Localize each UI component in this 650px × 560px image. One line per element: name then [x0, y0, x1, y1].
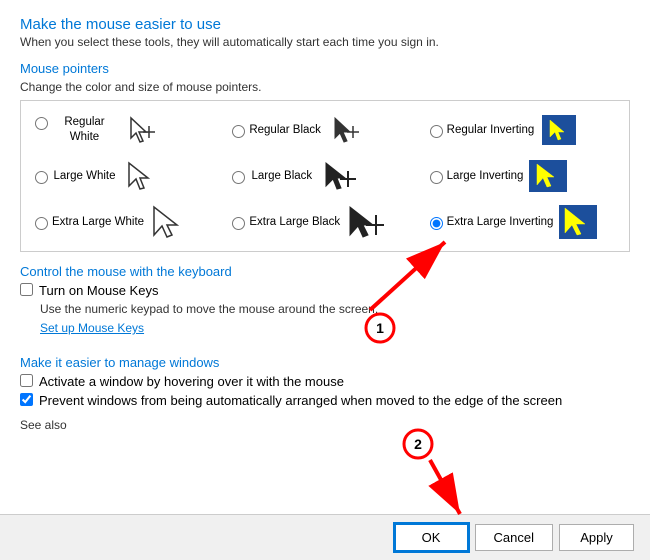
radio-regular-black[interactable] [232, 125, 245, 138]
pointer-cell-extra-large-black: Extra Large Black [226, 201, 423, 243]
hover-window-row: Activate a window by hovering over it wi… [20, 374, 630, 389]
page-title: Make the mouse easier to use [20, 16, 630, 33]
page-subtitle: When you select these tools, they will a… [20, 35, 630, 49]
radio-regular-white[interactable] [35, 117, 48, 130]
pointer-cell-extra-large-white: Extra Large White [29, 201, 226, 243]
radio-extra-large-inverting[interactable] [430, 217, 443, 230]
radio-large-inverting-group: Large Inverting [430, 169, 524, 184]
radio-large-black-group: Large Black [232, 169, 314, 184]
label-regular-white[interactable]: RegularWhite [52, 115, 117, 145]
pointer-cell-extra-large-inverting: Extra Large Inverting [424, 201, 621, 243]
pointer-grid: RegularWhite Regular Black [29, 109, 621, 243]
hover-window-checkbox[interactable] [20, 374, 33, 387]
pointer-cell-regular-black: Regular Black [226, 109, 423, 151]
main-window: Make the mouse easier to use When you se… [0, 0, 650, 560]
mouse-keys-desc: Use the numeric keypad to move the mouse… [40, 302, 630, 316]
hover-window-label[interactable]: Activate a window by hovering over it wi… [39, 374, 344, 389]
pointer-cell-large-inverting: Large Inverting [424, 155, 621, 197]
label-large-white[interactable]: Large White [52, 169, 117, 184]
mouse-keys-row: Turn on Mouse Keys [20, 283, 630, 298]
icon-regular-black [327, 113, 365, 147]
window-wrapper: Make the mouse easier to use When you se… [0, 0, 650, 560]
radio-extra-large-black[interactable] [232, 217, 245, 230]
icon-extra-large-inverting [559, 205, 597, 239]
radio-regular-black-group: Regular Black [232, 123, 321, 138]
icon-extra-large-white [150, 205, 188, 239]
label-large-inverting[interactable]: Large Inverting [447, 169, 524, 184]
label-extra-large-white[interactable]: Extra Large White [52, 215, 144, 230]
radio-extra-large-white-group: Extra Large White [35, 215, 144, 230]
pointer-selection-box: RegularWhite Regular Black [20, 100, 630, 252]
content-area: Make the mouse easier to use When you se… [0, 0, 650, 514]
pointer-cell-regular-white: RegularWhite [29, 109, 226, 151]
mouse-keys-checkbox[interactable] [20, 283, 33, 296]
radio-large-white[interactable] [35, 171, 48, 184]
icon-extra-large-black [346, 205, 384, 239]
apply-button[interactable]: Apply [559, 524, 634, 551]
mouse-pointers-section-title: Mouse pointers [20, 61, 630, 76]
mouse-pointers-desc: Change the color and size of mouse point… [20, 80, 630, 94]
icon-large-inverting [529, 159, 567, 193]
radio-regular-inverting[interactable] [430, 125, 443, 138]
manage-windows-section: Make it easier to manage windows Activat… [20, 355, 630, 408]
label-large-black[interactable]: Large Black [249, 169, 314, 184]
radio-regular-white-group: RegularWhite [35, 115, 117, 145]
pointer-cell-large-white: Large White [29, 155, 226, 197]
pointer-cell-large-black: Large Black [226, 155, 423, 197]
radio-regular-inverting-group: Regular Inverting [430, 123, 535, 138]
keyboard-section: Control the mouse with the keyboard Turn… [20, 264, 630, 345]
keyboard-section-title: Control the mouse with the keyboard [20, 264, 630, 279]
ok-button[interactable]: OK [394, 523, 469, 552]
radio-large-black[interactable] [232, 171, 245, 184]
prevent-arrange-label[interactable]: Prevent windows from being automatically… [39, 393, 562, 408]
radio-extra-large-black-group: Extra Large Black [232, 215, 340, 230]
label-regular-black[interactable]: Regular Black [249, 123, 321, 138]
icon-regular-inverting [540, 113, 578, 147]
label-extra-large-inverting[interactable]: Extra Large Inverting [447, 215, 554, 230]
icon-large-black [320, 159, 358, 193]
icon-regular-white [123, 113, 161, 147]
cancel-button[interactable]: Cancel [475, 524, 553, 551]
prevent-arrange-row: Prevent windows from being automatically… [20, 393, 630, 408]
radio-extra-large-inverting-group: Extra Large Inverting [430, 215, 554, 230]
icon-large-white [123, 159, 161, 193]
manage-windows-title: Make it easier to manage windows [20, 355, 630, 370]
mouse-keys-label[interactable]: Turn on Mouse Keys [39, 283, 158, 298]
setup-mouse-keys-link[interactable]: Set up Mouse Keys [40, 321, 144, 335]
radio-extra-large-white[interactable] [35, 217, 48, 230]
see-also-label: See also [20, 418, 630, 432]
prevent-arrange-checkbox[interactable] [20, 393, 33, 406]
label-extra-large-black[interactable]: Extra Large Black [249, 215, 340, 230]
pointer-cell-regular-inverting: Regular Inverting [424, 109, 621, 151]
radio-large-inverting[interactable] [430, 171, 443, 184]
radio-large-white-group: Large White [35, 169, 117, 184]
label-regular-inverting[interactable]: Regular Inverting [447, 123, 535, 138]
footer: OK Cancel Apply [0, 514, 650, 560]
